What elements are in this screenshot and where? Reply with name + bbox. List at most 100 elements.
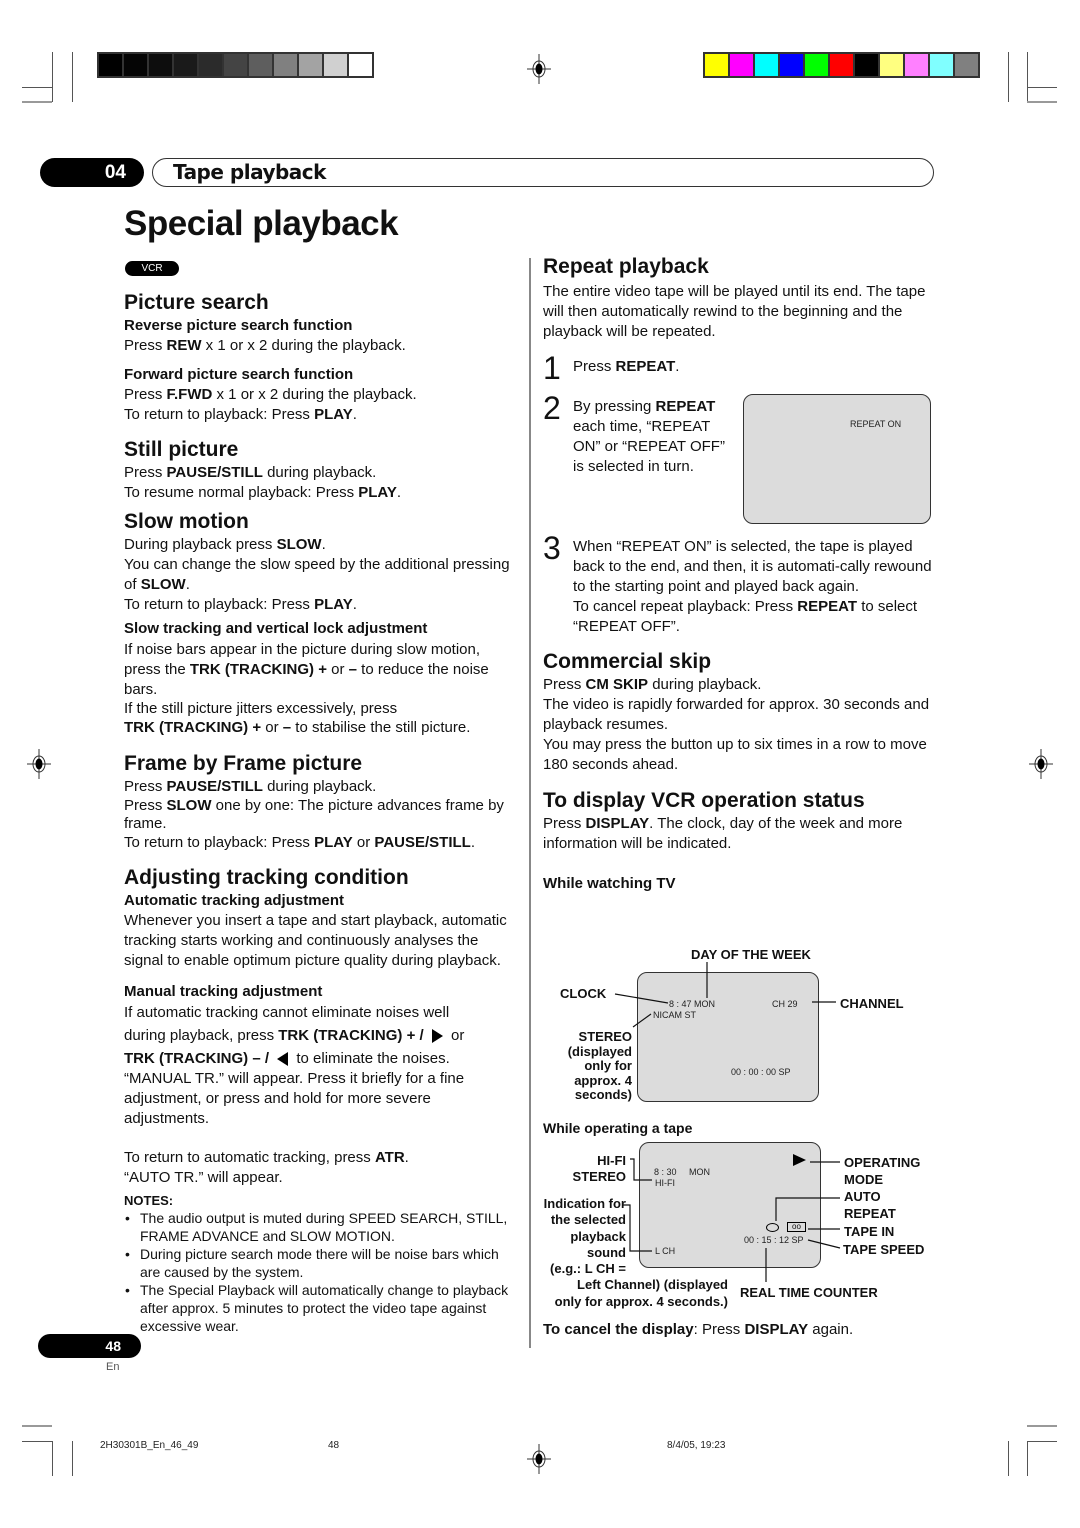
section-vcr-status: To display VCR operation status Press DI… (543, 788, 935, 894)
note-item: The audio output is muted during SPEED S… (124, 1209, 519, 1245)
text: : Press (693, 1321, 745, 1338)
label-line: OPERATING (844, 1155, 921, 1170)
text: Press (543, 676, 586, 693)
section-title: Adjusting tracking condition (124, 866, 409, 889)
label-operating-mode: OPERATING MODE (844, 1155, 920, 1188)
label-tape-in: TAPE IN (844, 1224, 895, 1239)
text: or (352, 834, 375, 851)
text: x 1 or x 2 during the playback. (201, 337, 406, 354)
label-line: AUTO (844, 1189, 881, 1204)
text: to stabilise the still picture. (291, 719, 471, 736)
key-name: SLOW (276, 536, 322, 553)
osd-repeat-on: REPEAT ON (850, 419, 902, 429)
paragraph: To return to playback: Press PLAY. (124, 405, 519, 425)
registration-mark-icon (527, 54, 551, 84)
notes-title: NOTES: (124, 1193, 174, 1208)
crop-mark (22, 1441, 52, 1442)
chapter-title-bar: Tape playback (152, 158, 934, 187)
paragraph: “AUTO TR.” will appear. (124, 1169, 283, 1186)
section-title: Repeat playback (543, 255, 709, 278)
play-icon (793, 1154, 806, 1166)
crop-mark (1008, 1441, 1009, 1476)
text: Press (124, 797, 167, 814)
osd-time: 8 : 30 (654, 1167, 677, 1177)
footer-file-page: 48 (328, 1440, 340, 1451)
section-slow-motion: Slow motion During playback press SLOW. … (124, 509, 519, 738)
key-name: REW (166, 337, 202, 354)
step-1: 1 Press REPEAT. (543, 351, 935, 385)
text: each time, “REPEAT ON” or “REPEAT OFF” i… (573, 418, 725, 475)
label-line: sound (587, 1245, 626, 1261)
color-swatch (174, 54, 197, 76)
paragraph: You may press the button up to six times… (543, 736, 927, 773)
footer-file-name: 2H30301B_En_46_49 (100, 1440, 199, 1451)
label-clock: CLOCK (560, 986, 607, 1001)
label-line: Indication for (543, 1196, 626, 1211)
color-swatch (955, 54, 978, 76)
label-line: only for approx. 4 seconds.) (554, 1293, 728, 1309)
crop-mark (1027, 1425, 1057, 1427)
step-2: 2 By pressing REPEAT each time, “REPEAT … (543, 391, 733, 477)
label-channel: CHANNEL (840, 996, 904, 1011)
osd-counter: 00 : 00 : 00 SP (731, 1067, 791, 1077)
page-number-badge: 48 (38, 1334, 141, 1358)
tv-osd-illustration: 8 : 47 MON NICAM ST CH 29 00 : 00 : 00 S… (637, 972, 819, 1102)
text: Press (124, 464, 167, 481)
text: during playback. (262, 464, 377, 481)
text: x 1 or x 2 during the playback. (212, 386, 417, 403)
label-line: STEREO (572, 1169, 626, 1184)
key-name: – (348, 661, 357, 678)
label-tape-speed: TAPE SPEED (843, 1242, 925, 1257)
label-line: HI-FI (597, 1153, 626, 1168)
label-stereo: STEREO (displayed only for approx. 4 sec… (548, 1029, 632, 1103)
paragraph: Press F.FWD x 1 or x 2 during the playba… (124, 385, 519, 405)
paragraph: If the still picture jitters excessively… (124, 700, 398, 717)
key-name: F.FWD (166, 386, 213, 403)
note-item: The Special Playback will automatically … (124, 1281, 519, 1335)
text: . (185, 576, 190, 593)
text: again. (808, 1321, 854, 1338)
left-column: Picture search Reverse picture search fu… (124, 290, 519, 1335)
color-swatch (705, 54, 728, 76)
color-swatch (780, 54, 803, 76)
paragraph: To return to automatic tracking, press A… (124, 1148, 519, 1168)
label-day-of-week: DAY OF THE WEEK (691, 947, 811, 962)
text: to eliminate the noises. (292, 1050, 450, 1067)
crop-mark (1027, 1441, 1028, 1476)
footer-timestamp: 8/4/05, 19:23 (667, 1440, 726, 1451)
registration-mark-icon (527, 1444, 551, 1474)
text: . (352, 596, 357, 613)
right-column: Repeat playback The entire video tape wi… (543, 254, 935, 894)
paragraph: Press CM SKIP during playback. (543, 675, 935, 695)
section-tracking: Adjusting tracking condition Automatic t… (124, 865, 519, 1188)
registration-mark-icon (1029, 749, 1053, 779)
paragraph: Press SLOW one by one: The picture advan… (124, 797, 519, 833)
column-divider (529, 258, 531, 1348)
key-name: SLOW (166, 797, 212, 814)
osd-nicam: NICAM ST (653, 1010, 697, 1020)
key-name: PLAY (314, 596, 353, 613)
key-name: PAUSE/STILL (374, 834, 471, 851)
key-name: TRK (TRACKING) – / (124, 1050, 269, 1067)
text: during playback. (648, 676, 762, 693)
vcr-badge: VCR (125, 261, 179, 276)
paragraph: If noise bars appear in the picture duri… (124, 640, 519, 700)
paragraph: During playback press SLOW. (124, 535, 519, 555)
color-swatch (299, 54, 322, 76)
paragraph: To cancel repeat playback: Press REPEAT … (573, 597, 935, 637)
color-swatch (349, 54, 372, 76)
label-real-time-counter: REAL TIME COUNTER (740, 1285, 878, 1300)
key-name: PLAY (314, 406, 353, 423)
subsection-title: Slow tracking and vertical lock adjustme… (124, 620, 428, 637)
cancel-display-instruction: To cancel the display: Press DISPLAY aga… (543, 1320, 853, 1340)
note-item: During picture search mode there will be… (124, 1245, 519, 1281)
registration-mark-icon (27, 749, 51, 779)
crop-mark (22, 101, 52, 103)
color-swatch (99, 54, 122, 76)
subsection-title: While watching TV (543, 875, 676, 892)
text: or (446, 1027, 465, 1044)
text: Press (543, 815, 586, 832)
osd-hifi: HI-FI (655, 1178, 675, 1188)
section-title: To display VCR operation status (543, 789, 865, 812)
label-line: (displayed (567, 1043, 632, 1059)
